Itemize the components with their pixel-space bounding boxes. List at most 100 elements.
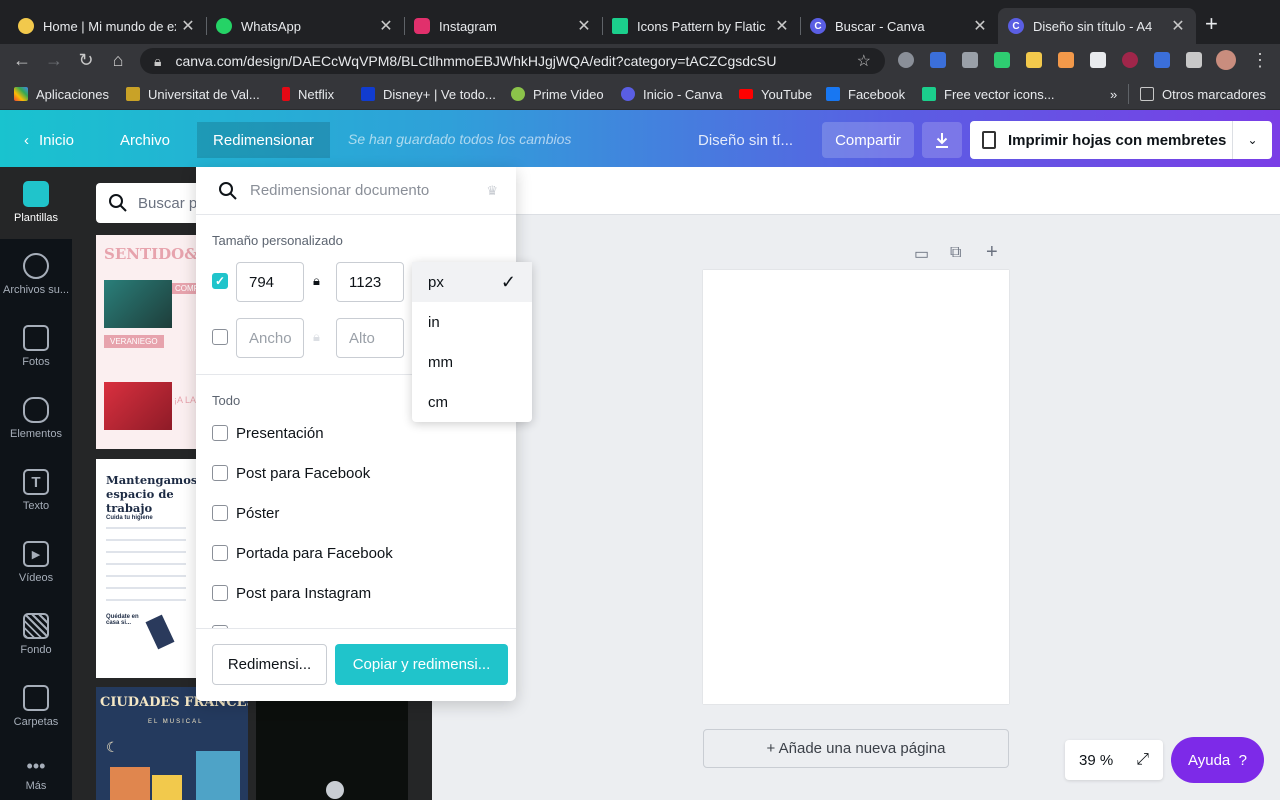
option-poster[interactable]: Póster bbox=[236, 505, 279, 522]
template-card[interactable]: CIUDADES FRANCESAS EL MUSICAL ☾ bbox=[96, 687, 248, 800]
rail-item-templates[interactable]: Plantillas bbox=[0, 181, 72, 224]
bookmark-star-icon[interactable]: ☆ bbox=[857, 51, 871, 71]
extension-icon[interactable] bbox=[1090, 52, 1106, 68]
template-card[interactable]: SENTIDO&ES COMPRA VERANIEGO ¡A LA bbox=[96, 235, 196, 449]
back-arrow-icon[interactable]: ← bbox=[12, 50, 32, 71]
bookmark-item[interactable]: YouTube bbox=[739, 86, 812, 102]
rail-item-more[interactable]: ••• Más bbox=[0, 757, 72, 792]
menu-kebab-icon[interactable]: ⋮ bbox=[1250, 50, 1270, 71]
fullscreen-icon[interactable]: ⤢ bbox=[1136, 751, 1149, 769]
share-button[interactable]: Compartir bbox=[822, 122, 914, 158]
rail-item-videos[interactable]: ▶ Vídeos bbox=[0, 541, 72, 584]
width-input[interactable]: Ancho bbox=[236, 318, 304, 358]
rail-item-uploads[interactable]: Archivos su... bbox=[0, 253, 72, 296]
address-bar[interactable]: 🔒︎ canva.com/design/DAECcWqVPM8/BLCtlhmm… bbox=[140, 48, 885, 74]
rail-item-background[interactable]: Fondo bbox=[0, 613, 72, 656]
bookmark-item[interactable]: Disney+ | Ve todo... bbox=[361, 86, 496, 102]
file-menu-button[interactable]: Archivo bbox=[108, 122, 182, 158]
extension-icon[interactable] bbox=[1058, 52, 1074, 68]
unit-option-mm[interactable]: mm bbox=[412, 342, 532, 382]
rail-item-text[interactable]: T Texto bbox=[0, 469, 72, 512]
height-input[interactable]: Alto bbox=[336, 318, 404, 358]
print-button[interactable]: Imprimir hojas con membretes ⌄ bbox=[970, 121, 1272, 159]
rail-label: Archivos su... bbox=[2, 284, 70, 296]
template-card[interactable]: Mantengamos el espacio de trabajo Cuida … bbox=[96, 459, 196, 678]
unit-option-px[interactable]: px ✓ bbox=[412, 262, 532, 302]
extension-icon[interactable] bbox=[1026, 52, 1042, 68]
option-facebook-post[interactable]: Post para Facebook bbox=[236, 465, 370, 482]
puzzle-icon[interactable] bbox=[1186, 52, 1202, 68]
close-tab-icon[interactable]: ✕ bbox=[774, 16, 790, 36]
profile-avatar[interactable] bbox=[1216, 50, 1236, 70]
close-tab-icon[interactable]: ✕ bbox=[378, 16, 394, 36]
unit-option-cm[interactable]: cm bbox=[412, 382, 532, 422]
custom-size-checkbox[interactable]: ✓ bbox=[212, 273, 228, 289]
note-icon[interactable]: ▭ bbox=[914, 244, 929, 264]
zoom-control[interactable]: 39 % ⤢ bbox=[1065, 740, 1163, 780]
new-tab-button[interactable]: + bbox=[1205, 13, 1218, 35]
design-title[interactable]: Diseño sin tí... bbox=[686, 122, 805, 158]
browser-tab[interactable]: Home | Mi mundo de ex ✕ bbox=[8, 8, 206, 44]
chevron-down-icon[interactable]: ⌄ bbox=[1232, 121, 1272, 159]
rail-item-elements[interactable]: Elementos bbox=[0, 397, 72, 440]
copy-resize-button[interactable]: Copiar y redimensi... bbox=[335, 644, 508, 685]
unit-option-in[interactable]: in bbox=[412, 302, 532, 342]
other-bookmarks[interactable]: Otros marcadores bbox=[1140, 86, 1266, 102]
resize-button[interactable]: Redimensionar bbox=[197, 122, 330, 158]
bookmark-item[interactable]: Universitat de Val... bbox=[126, 86, 260, 102]
extension-icon[interactable] bbox=[1154, 52, 1170, 68]
templates-icon bbox=[23, 181, 49, 207]
resize-search-input[interactable]: Redimensionar documento ♛ bbox=[196, 167, 516, 215]
add-page-icon[interactable]: + bbox=[986, 241, 998, 264]
duplicate-page-icon[interactable]: ⧉ bbox=[950, 244, 961, 262]
bookmark-item[interactable]: Prime Video bbox=[511, 86, 604, 102]
grammarly-icon[interactable] bbox=[994, 52, 1010, 68]
browser-tab[interactable]: Icons Pattern by Flatic ✕ bbox=[602, 8, 800, 44]
close-tab-icon[interactable]: ✕ bbox=[1170, 16, 1186, 36]
option-presentation[interactable]: Presentación bbox=[236, 425, 324, 442]
bookmark-item[interactable]: Aplicaciones bbox=[14, 86, 109, 102]
option-facebook-cover[interactable]: Portada para Facebook bbox=[236, 545, 393, 562]
option-checkbox[interactable] bbox=[212, 545, 228, 561]
close-tab-icon[interactable]: ✕ bbox=[576, 16, 592, 36]
bookmark-label: YouTube bbox=[761, 86, 813, 102]
option-checkbox[interactable] bbox=[212, 585, 228, 601]
extension-icon[interactable] bbox=[930, 52, 946, 68]
forward-arrow-icon[interactable]: → bbox=[44, 50, 64, 71]
browser-tab[interactable]: WhatsApp ✕ bbox=[206, 8, 404, 44]
width-input[interactable]: 794 bbox=[236, 262, 304, 302]
browser-tab-active[interactable]: C Diseño sin título - A4 ✕ bbox=[998, 8, 1196, 44]
download-button[interactable] bbox=[922, 122, 962, 158]
download-extension-icon[interactable] bbox=[1122, 52, 1138, 68]
reload-icon[interactable]: ↻ bbox=[76, 50, 96, 71]
close-tab-icon[interactable]: ✕ bbox=[180, 16, 196, 36]
bookmark-item[interactable]: Free vector icons... bbox=[922, 86, 1055, 102]
tag-extension-icon[interactable] bbox=[962, 52, 978, 68]
custom-size-checkbox[interactable] bbox=[212, 329, 228, 345]
home-button[interactable]: ‹ Inicio bbox=[12, 122, 86, 158]
close-tab-icon[interactable]: ✕ bbox=[972, 16, 988, 36]
help-button[interactable]: Ayuda ? bbox=[1171, 737, 1264, 783]
home-icon[interactable]: ⌂ bbox=[108, 50, 128, 71]
design-page[interactable] bbox=[703, 270, 1009, 704]
template-card[interactable] bbox=[256, 687, 408, 800]
bookmark-item[interactable]: Facebook bbox=[826, 86, 905, 102]
option-instagram-post[interactable]: Post para Instagram bbox=[236, 585, 371, 602]
browser-tab[interactable]: Instagram ✕ bbox=[404, 8, 602, 44]
option-checkbox[interactable] bbox=[212, 425, 228, 441]
adblock-icon[interactable] bbox=[898, 52, 914, 68]
bookmark-item[interactable]: Inicio - Canva bbox=[621, 86, 722, 102]
bookmark-item[interactable]: Netflix bbox=[282, 86, 334, 102]
option-checkbox[interactable] bbox=[212, 505, 228, 521]
divider bbox=[196, 628, 516, 629]
resize-confirm-button[interactable]: Redimensi... bbox=[212, 644, 327, 685]
bookmarks-overflow-button[interactable]: » bbox=[1110, 86, 1117, 102]
rail-item-folders[interactable]: Carpetas bbox=[0, 685, 72, 728]
height-input[interactable]: 1123 bbox=[336, 262, 404, 302]
lock-icon[interactable]: 🔒︎ bbox=[313, 273, 320, 289]
template-search-input[interactable]: Buscar p bbox=[96, 183, 206, 223]
option-checkbox[interactable] bbox=[212, 465, 228, 481]
rail-item-photos[interactable]: Fotos bbox=[0, 325, 72, 368]
add-page-button[interactable]: + Añade una nueva página bbox=[703, 729, 1009, 768]
browser-tab[interactable]: C Buscar - Canva ✕ bbox=[800, 8, 998, 44]
